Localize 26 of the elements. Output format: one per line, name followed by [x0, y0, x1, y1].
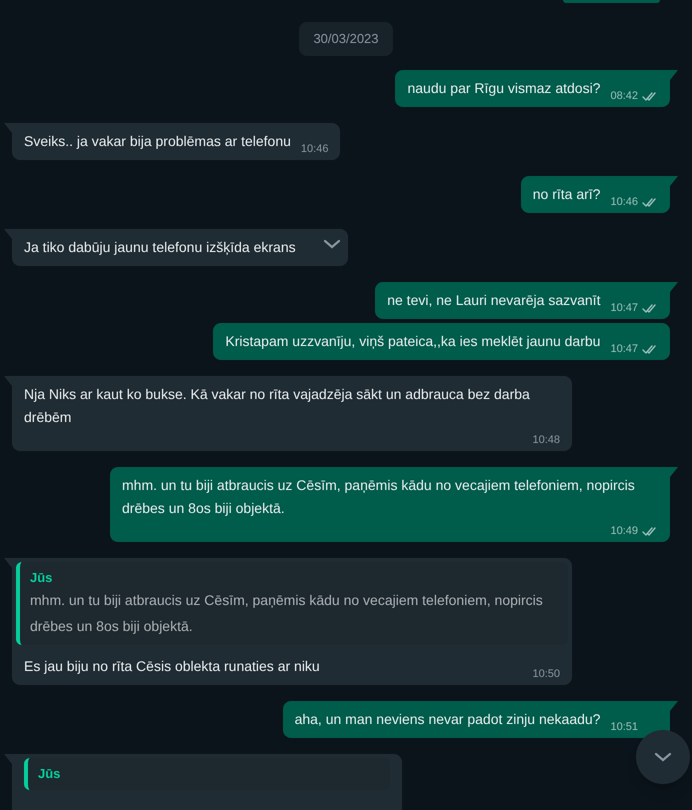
message-text: Es jau biju no rīta Cēsis oblekta runaties ar niku — [24, 657, 320, 676]
quote-author: Jūs — [38, 765, 62, 783]
message-time: 10:50 — [532, 667, 560, 682]
date-chip: 30/03/2023 — [299, 22, 393, 56]
message-time: 10:48 — [532, 432, 560, 448]
message-text: Ja tiko dabūju jaunu telefonu izšķīda ekrans — [24, 238, 296, 257]
quote-author: Jūs — [30, 568, 54, 586]
message-text: Kristapam uzzvanīju, viņš pateica,,ka ies meklēt jaunu darbu — [225, 332, 600, 351]
message-time: 10:49 — [610, 524, 638, 538]
quote-text: mhm. un tu biji atbraucis uz Cēsīm, paņēmis kādu no vecajiem telefoniem, nopircis drēbes un 8os biji objektā. — [30, 591, 544, 636]
quoted-message[interactable]: Jūs mhm. un tu biji atbraucis uz Cēsīm, paņēmis kādu no vecajiem telefoniem, nopircis drēbes un 8os biji objektā. — [16, 562, 568, 645]
message-text: aha, un man neviens nevar padot zinju nekaadu? — [294, 710, 600, 729]
message-time: 10:46 — [300, 142, 328, 156]
message-time: 10:47 — [610, 342, 638, 356]
message-text: mhm. un tu biji atbraucis uz Cēsīm, paņēmis kādu no vecajiem telefoniem, nopircis drēbes un 8os biji objektā. — [122, 476, 636, 518]
message-text: no rīta arī? — [532, 184, 600, 204]
message-text: Nja Niks ar kaut ko bukse. Kā vakar no rīta vajadzēja sākt un adbrauca bez darba drēbēm — [24, 384, 531, 426]
message-time: 10:51 — [610, 720, 638, 735]
quoted-message[interactable]: Jūs — [24, 758, 390, 790]
message-time: 08:42 — [610, 88, 638, 104]
message-text: naudu par Rīgu vismaz atdosi? — [407, 78, 600, 98]
message-time: 10:46 — [610, 194, 638, 210]
message-text: ne tevi, ne Lauri nevarēja sazvanīt — [387, 290, 600, 310]
chevron-down-icon — [653, 750, 673, 764]
message-text: Sveiks.. ja vakar bija problēmas ar telefonu — [24, 132, 291, 151]
message-time: 10:47 — [610, 300, 638, 316]
